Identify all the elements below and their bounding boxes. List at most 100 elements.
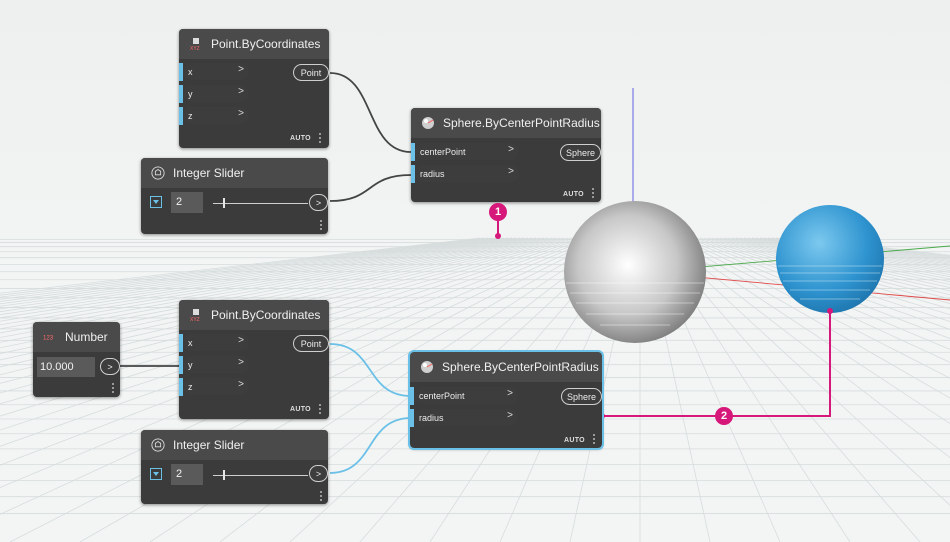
integer-slider-node[interactable]: Integer Slider 2 > [141, 430, 328, 504]
point-by-coordinates-node[interactable]: XYZ Point.ByCoordinates x > y > z > Poin… [179, 29, 329, 148]
input-port-x-pill: x > [183, 334, 249, 351]
chevron-down-icon [153, 200, 159, 204]
input-port-label: centerPoint [420, 146, 466, 157]
input-port-label: radius [420, 168, 445, 179]
sphere-icon [420, 360, 434, 374]
input-port-radius[interactable]: radius > [411, 165, 519, 183]
chevron-right-icon: > [238, 357, 244, 368]
node-title: Point.ByCoordinates [211, 308, 321, 322]
node-title: Number [65, 330, 108, 344]
number-icon: 123 [43, 330, 57, 344]
sphere-icon [421, 116, 435, 130]
callout-badge-1: 1 [489, 203, 507, 221]
node-header[interactable]: Sphere.ByCenterPointRadius [410, 352, 602, 382]
node-header[interactable]: XYZ Point.ByCoordinates [179, 300, 329, 330]
node-header[interactable]: 123 Number [33, 322, 120, 352]
callout-badge-2: 2 [715, 407, 733, 425]
input-port-z-pill: z > [183, 378, 249, 395]
node-title: Sphere.ByCenterPointRadius [443, 116, 600, 130]
input-port-y-pill: y > [183, 85, 249, 102]
input-port-label: radius [419, 412, 444, 423]
chevron-right-icon: > [238, 335, 244, 346]
input-port-label: z [188, 381, 193, 392]
slider-value-field[interactable]: 2 [171, 192, 203, 213]
chevron-right-icon: > [507, 388, 513, 399]
point-coordinates-icon: XYZ [189, 37, 203, 51]
slider-expand-toggle[interactable] [150, 468, 162, 480]
input-port-y[interactable]: y > [179, 85, 249, 103]
node-header[interactable]: XYZ Point.ByCoordinates [179, 29, 329, 59]
input-port-label: y [188, 88, 193, 99]
slider-thumb[interactable] [223, 198, 225, 208]
slider-value-field[interactable]: 2 [171, 464, 203, 485]
slider-track[interactable] [213, 203, 308, 204]
output-port-sphere[interactable]: Sphere [560, 144, 601, 161]
output-port-point[interactable]: Point [293, 64, 329, 81]
svg-text:XYZ: XYZ [190, 46, 200, 51]
node-options-menu[interactable] [320, 220, 322, 232]
sphere-by-center-point-radius-node-selected[interactable]: Sphere.ByCenterPointRadius centerPoint >… [408, 350, 604, 450]
chevron-right-icon: > [238, 379, 244, 390]
node-options-menu[interactable] [593, 434, 595, 446]
input-port-x[interactable]: x > [179, 334, 249, 352]
integer-slider-icon [151, 438, 165, 452]
node-options-menu[interactable] [319, 133, 321, 145]
point-coordinates-icon: XYZ [189, 308, 203, 322]
input-port-centerpoint[interactable]: centerPoint > [410, 387, 518, 405]
output-port-point[interactable]: Point [293, 335, 329, 352]
input-port-label: centerPoint [419, 390, 465, 401]
slider-output-port[interactable]: > [309, 194, 328, 211]
output-port-sphere[interactable]: Sphere [561, 388, 602, 405]
chevron-right-icon: > [315, 197, 322, 208]
input-port-x-pill: x > [183, 63, 249, 80]
node-header[interactable]: Sphere.ByCenterPointRadius [411, 108, 601, 138]
chevron-right-icon: > [508, 144, 514, 155]
lacing-label[interactable]: AUTO [564, 437, 585, 444]
input-port-radius-pill: radius > [415, 165, 519, 182]
input-port-z[interactable]: z > [179, 107, 249, 125]
node-header[interactable]: Integer Slider [141, 158, 328, 188]
lacing-label[interactable]: AUTO [290, 135, 311, 142]
input-port-label: x [188, 337, 193, 348]
input-port-centerpoint-pill: centerPoint > [414, 387, 518, 404]
input-port-y[interactable]: y > [179, 356, 249, 374]
sphere-by-center-point-radius-node[interactable]: Sphere.ByCenterPointRadius centerPoint >… [411, 108, 601, 202]
input-port-radius-pill: radius > [414, 409, 518, 426]
slider-expand-toggle[interactable] [150, 196, 162, 208]
node-title: Integer Slider [173, 438, 245, 452]
number-node[interactable]: 123 Number 10.000 > [33, 322, 120, 397]
slider-track[interactable] [213, 475, 308, 476]
chevron-right-icon: > [238, 86, 244, 97]
point-by-coordinates-node[interactable]: XYZ Point.ByCoordinates x > y > z > Poin… [179, 300, 329, 419]
input-port-label: x [188, 66, 193, 77]
node-title: Point.ByCoordinates [211, 37, 321, 51]
chevron-right-icon: > [508, 166, 514, 177]
node-options-menu[interactable] [319, 404, 321, 416]
number-input[interactable]: 10.000 [37, 357, 95, 377]
node-header[interactable]: Integer Slider [141, 430, 328, 460]
chevron-right-icon: > [315, 468, 322, 479]
input-port-label: y [188, 359, 193, 370]
grey-sphere-preview[interactable] [564, 201, 706, 343]
svg-text:123: 123 [43, 335, 54, 342]
svg-text:XYZ: XYZ [190, 317, 200, 322]
chevron-right-icon: > [238, 64, 244, 75]
integer-slider-icon [151, 166, 165, 180]
chevron-right-icon: > [107, 361, 113, 372]
slider-thumb[interactable] [223, 470, 225, 480]
input-port-z[interactable]: z > [179, 378, 249, 396]
node-options-menu[interactable] [592, 188, 594, 200]
integer-slider-node[interactable]: Integer Slider 2 > [141, 158, 328, 234]
lacing-label[interactable]: AUTO [563, 191, 584, 198]
slider-output-port[interactable]: > [309, 465, 328, 482]
blue-sphere-preview[interactable] [776, 205, 884, 313]
lacing-label[interactable]: AUTO [290, 406, 311, 413]
node-options-menu[interactable] [320, 491, 322, 503]
input-port-centerpoint[interactable]: centerPoint > [411, 143, 519, 161]
number-output-port[interactable]: > [100, 358, 120, 375]
input-port-radius[interactable]: radius > [410, 409, 518, 427]
input-port-z-pill: z > [183, 107, 249, 124]
node-options-menu[interactable] [112, 383, 114, 395]
input-port-x[interactable]: x > [179, 63, 249, 81]
node-title: Integer Slider [173, 166, 245, 180]
